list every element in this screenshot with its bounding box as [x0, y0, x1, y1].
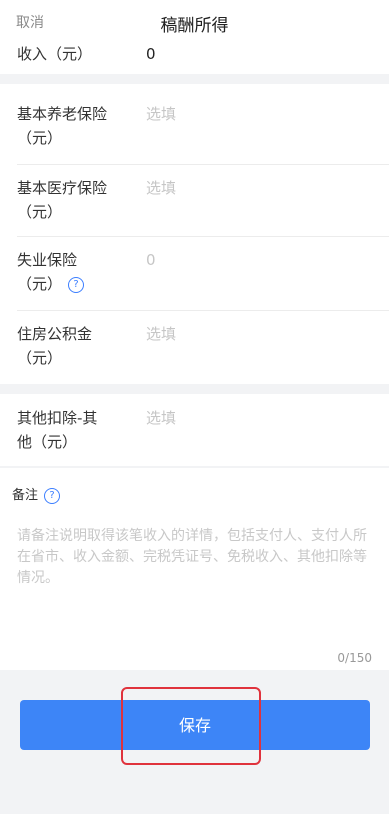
- other-deduction-label: 其他扣除-其 他（元）: [17, 406, 127, 454]
- pension-insurance-label-line2: （元）: [17, 129, 63, 147]
- housing-fund-label-line1: 住房公积金: [17, 325, 93, 343]
- question-circle-icon[interactable]: ?: [68, 276, 85, 293]
- housing-fund-label: 住房公积金 （元）: [17, 322, 127, 370]
- income-card: 收入（元） 0: [0, 44, 389, 74]
- page: 取消 稿酬所得 收入（元） 0 基本养老保险 （元） 选填 基本医疗保险 （元）…: [0, 0, 389, 814]
- notes-label: 备注: [12, 488, 39, 503]
- divider: [17, 164, 389, 165]
- unemployment-insurance-label-line2-wrap: （元）?: [17, 272, 127, 296]
- unemployment-insurance-label-line2: （元）: [17, 275, 63, 293]
- medical-insurance-label-line1: 基本医疗保险: [17, 179, 108, 197]
- pension-insurance-label: 基本养老保险 （元）: [17, 102, 127, 150]
- notes-textarea[interactable]: 请备注说明取得该笔收入的详情，包括支付人、支付人所在省市、收入金额、完税凭证号、…: [17, 526, 372, 589]
- other-deduction-label-line1: 其他扣除-其: [17, 409, 98, 427]
- divider: [17, 236, 389, 237]
- save-area: 保存: [0, 670, 389, 814]
- medical-insurance-input[interactable]: 选填: [146, 176, 176, 200]
- divider: [17, 310, 389, 311]
- notes-label-wrap: 备注?: [12, 484, 61, 504]
- pension-insurance-input[interactable]: 选填: [146, 102, 176, 126]
- header-bar: 取消 稿酬所得: [0, 0, 389, 44]
- deductions-card: 基本养老保险 （元） 选填 基本医疗保险 （元） 选填 失业保险 （元）? 0: [0, 84, 389, 384]
- housing-fund-label-line2: （元）: [17, 349, 63, 367]
- pension-insurance-label-line1: 基本养老保险: [17, 105, 108, 123]
- save-button[interactable]: 保存: [20, 700, 370, 750]
- notes-char-counter: 0/150: [337, 651, 372, 665]
- unemployment-insurance-label-line1: 失业保险: [17, 251, 78, 269]
- income-value[interactable]: 0: [146, 42, 156, 66]
- other-deduction-label-line2: 他（元）: [17, 433, 78, 451]
- notes-card: 备注? 请备注说明取得该笔收入的详情，包括支付人、支付人所在省市、收入金额、完税…: [0, 468, 389, 670]
- unemployment-insurance-input[interactable]: 0: [146, 248, 156, 272]
- other-deduction-input[interactable]: 选填: [146, 406, 176, 430]
- housing-fund-input[interactable]: 选填: [146, 322, 176, 346]
- unemployment-insurance-label: 失业保险 （元）?: [17, 248, 127, 296]
- income-label: 收入（元）: [17, 45, 93, 63]
- medical-insurance-label: 基本医疗保险 （元）: [17, 176, 127, 224]
- page-title: 稿酬所得: [160, 16, 229, 36]
- other-deduction-card: 其他扣除-其 他（元） 选填: [0, 394, 389, 466]
- question-circle-icon[interactable]: ?: [44, 487, 61, 504]
- medical-insurance-label-line2: （元）: [17, 203, 63, 221]
